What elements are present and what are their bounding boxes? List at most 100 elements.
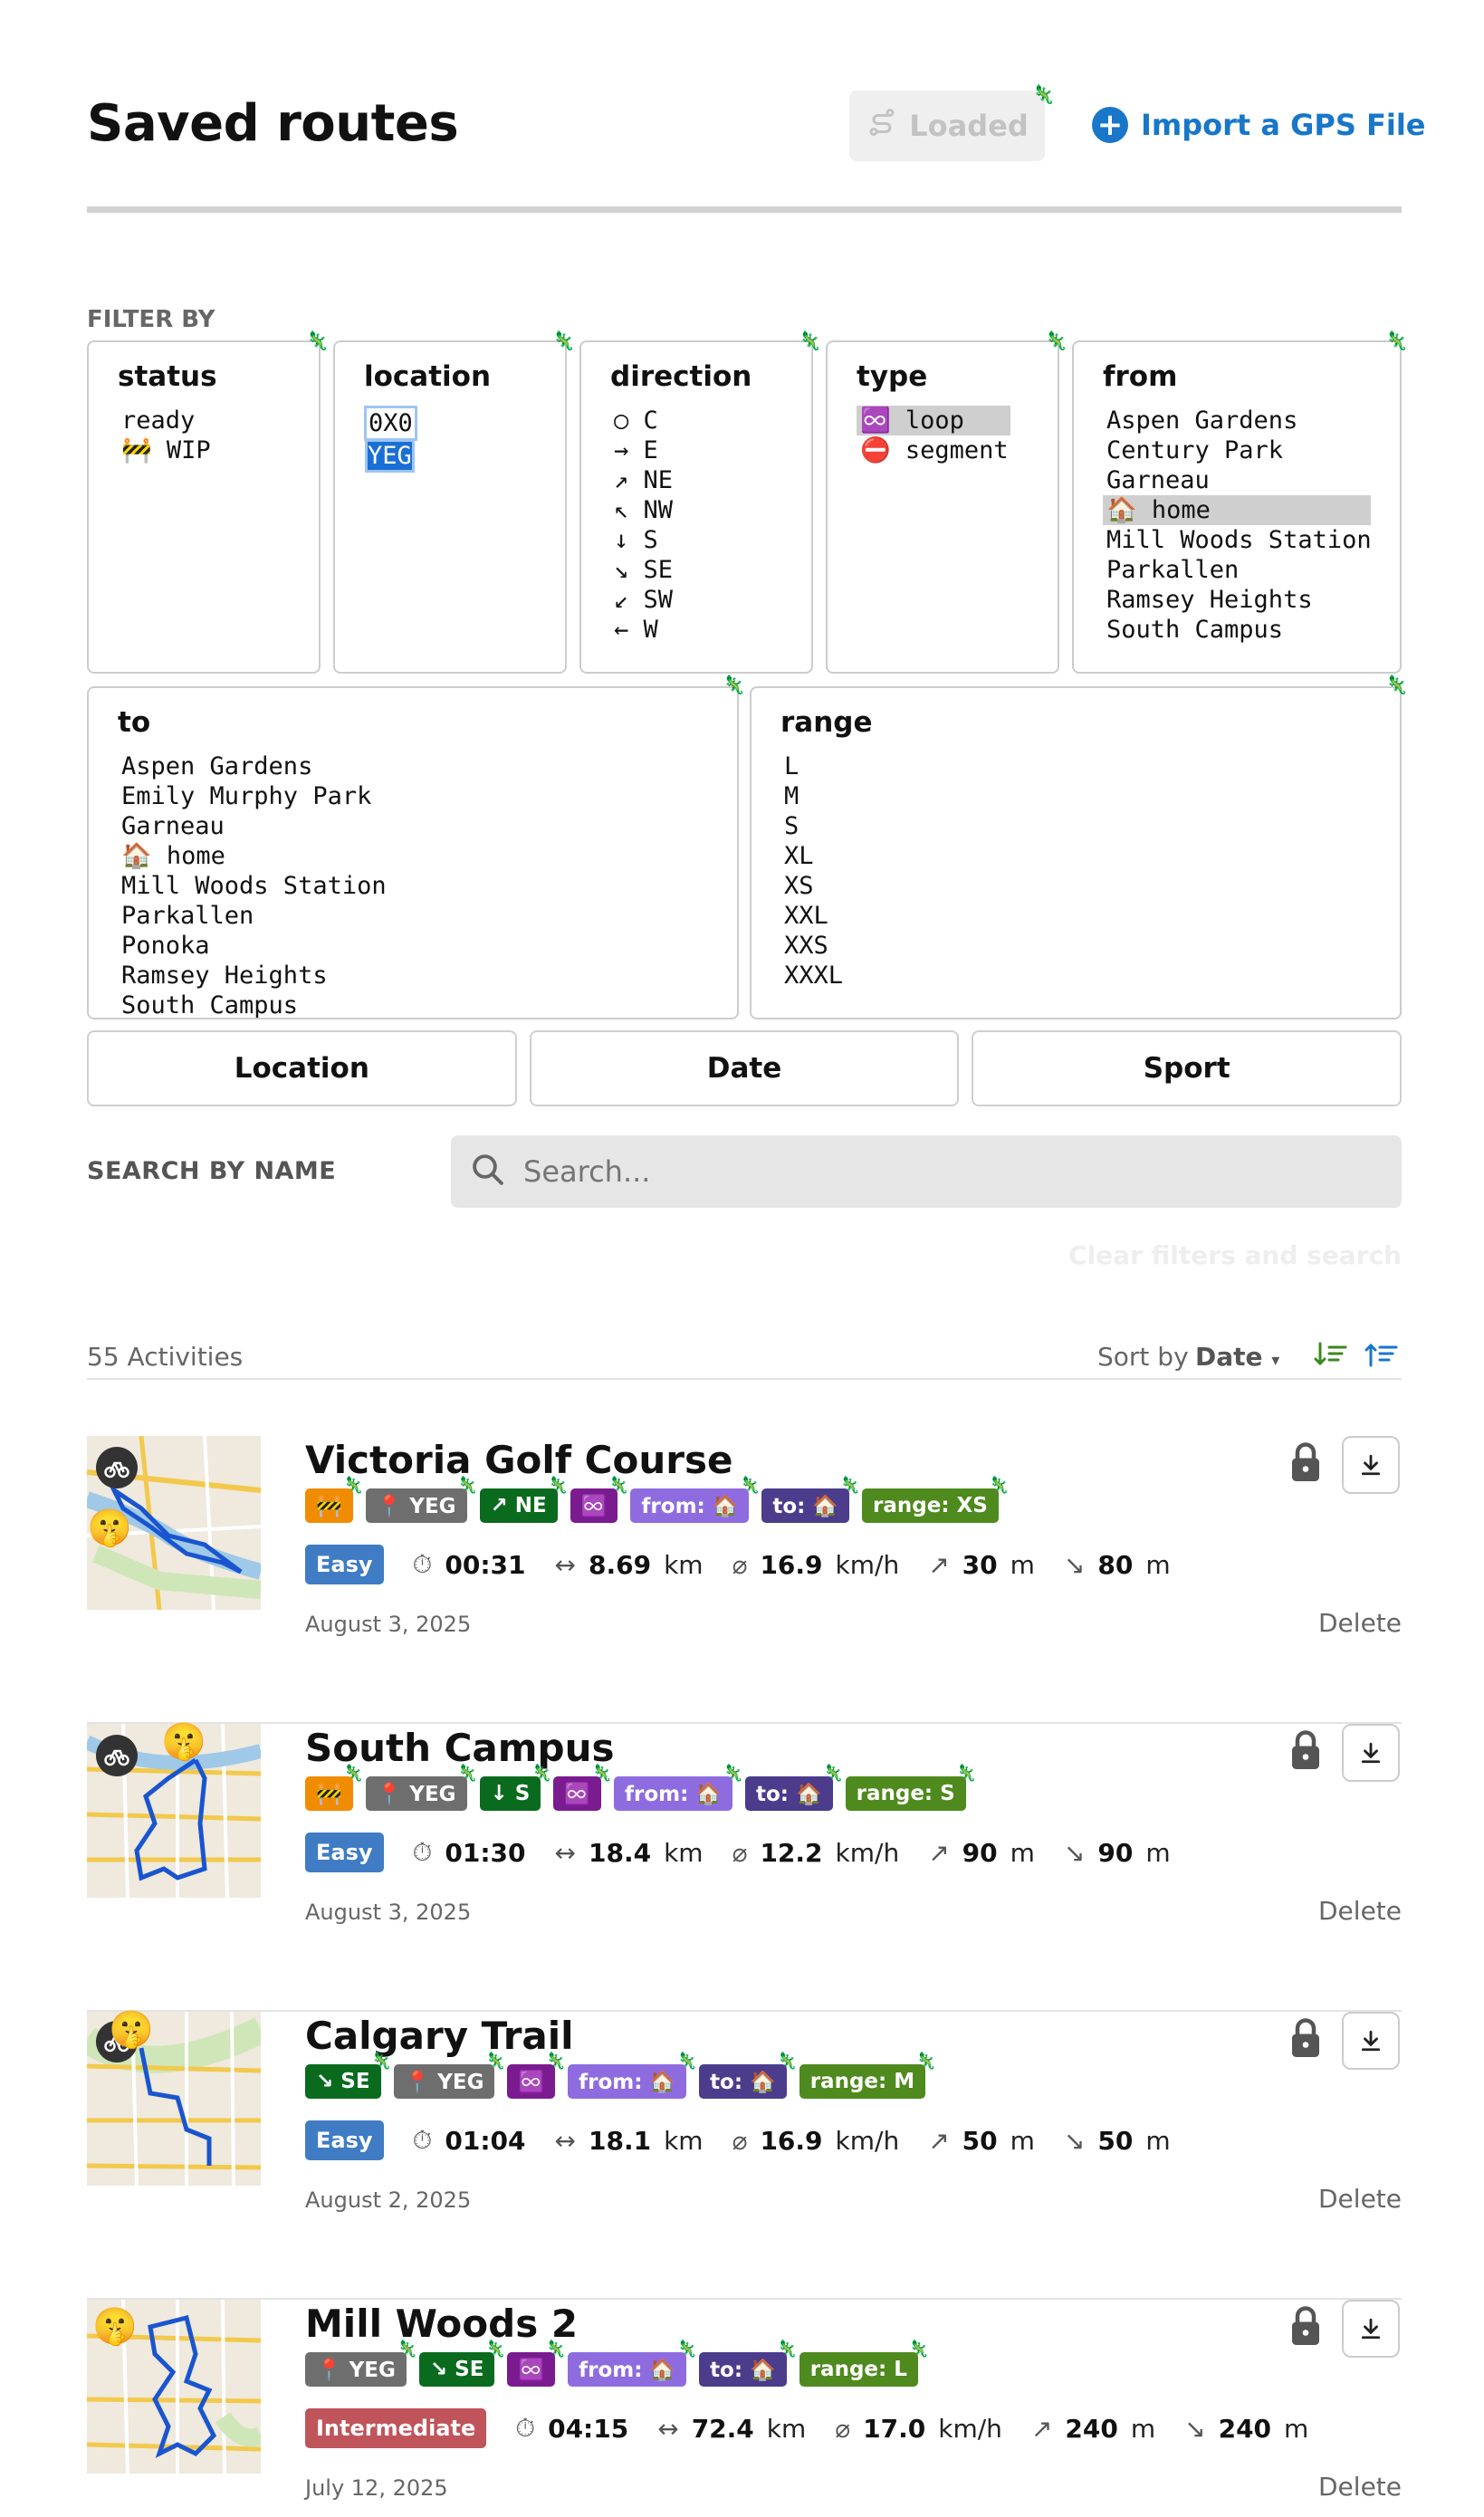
filter-option[interactable]: South Campus <box>118 991 737 1018</box>
tag-range[interactable]: range: XS 🦎 <box>862 1476 1010 1523</box>
download-button[interactable] <box>1342 2300 1400 2358</box>
filter-option-selected[interactable]: 🏠 home <box>1103 495 1371 525</box>
filter-option-selected[interactable]: YEG <box>364 439 565 473</box>
tag-loop[interactable]: ♾️ 🦎 <box>507 2052 566 2099</box>
tag-to[interactable]: to: 🏠 🦎 <box>699 2340 798 2387</box>
delete-link[interactable]: Delete <box>1318 2184 1402 2214</box>
filter-option[interactable]: 🏠 home <box>118 841 737 871</box>
loaded-button[interactable]: Loaded <box>849 91 1045 161</box>
activity-title[interactable]: Mill Woods 2 <box>305 2302 578 2346</box>
tag-range[interactable]: range: M 🦎 <box>799 2052 936 2099</box>
search-input[interactable] <box>523 1154 1338 1189</box>
lock-icon[interactable] <box>1289 2017 1322 2062</box>
filter-option[interactable]: 0X0 <box>364 406 417 441</box>
duration-value: 04:15 <box>548 2413 629 2444</box>
filter-option[interactable]: Century Park <box>1103 435 1371 465</box>
filter-option[interactable]: ↙ SW <box>610 585 811 615</box>
activity-title[interactable]: Calgary Trail <box>305 2014 574 2058</box>
tag-direction[interactable]: ↗ NE 🦎 <box>479 1476 569 1523</box>
delete-link[interactable]: Delete <box>1318 2472 1402 2502</box>
filter-option[interactable]: XXXL <box>780 961 1400 991</box>
filter-option[interactable]: ← W <box>610 615 811 645</box>
filter-option[interactable]: Garneau <box>118 811 737 841</box>
delete-link[interactable]: Delete <box>1318 1608 1402 1638</box>
filter-option[interactable]: ⛔ segment <box>857 435 1010 465</box>
filter-option[interactable]: Mill Woods Station <box>1103 525 1372 555</box>
activity-card[interactable]: 🤫 South Campus 🚧 🦎 📍 YEG 🦎 ↓ S 🦎 ♾️ 🦎 from: … <box>87 1724 1402 2012</box>
sort-descending-icon[interactable] <box>1364 1340 1400 1376</box>
lock-icon[interactable] <box>1289 2305 1322 2350</box>
filter-option[interactable]: XS <box>780 871 1400 901</box>
filter-option-selected[interactable]: ♾️ loop <box>857 406 1010 435</box>
tag-range[interactable]: range: L 🦎 <box>799 2340 929 2387</box>
duration-value: 00:31 <box>445 1549 526 1580</box>
sort-select[interactable]: Date ▾ <box>1195 1342 1279 1372</box>
tag-to[interactable]: to: 🏠 🦎 <box>761 1476 860 1523</box>
filter-option[interactable]: Aspen Gardens <box>1103 406 1371 435</box>
lock-icon[interactable] <box>1289 1441 1322 1487</box>
tag-wip[interactable]: 🚧 🦎 <box>305 1476 364 1523</box>
activity-card[interactable]: 🤫 Mill Woods 2 📍 YEG 🦎 ↘ SE 🦎 ♾️ 🦎 from: 🏠 🦎… <box>87 2300 1402 2517</box>
tab-location[interactable]: Location <box>87 1030 517 1106</box>
tag-from[interactable]: from: 🏠 🦎 <box>614 1764 743 1811</box>
import-gps-button[interactable]: + Import a GPS File <box>1092 103 1426 147</box>
clear-filters-link[interactable]: Clear filters and search <box>1068 1240 1402 1270</box>
activity-title[interactable]: Victoria Golf Course <box>305 1438 732 1482</box>
filter-option[interactable]: South Campus <box>1103 615 1371 645</box>
filter-option[interactable]: Parkallen <box>1103 555 1371 585</box>
download-button[interactable] <box>1342 1724 1400 1782</box>
filter-option[interactable]: ○ C <box>610 406 811 435</box>
filter-option[interactable]: XXS <box>780 931 1400 961</box>
filter-option[interactable]: XL <box>780 841 1400 871</box>
filter-option[interactable]: → E <box>610 435 811 465</box>
tag-from[interactable]: from: 🏠 🦎 <box>630 1476 760 1523</box>
filter-option[interactable]: Emily Murphy Park <box>118 781 737 811</box>
tag-to[interactable]: to: 🏠 🦎 <box>699 2052 798 2099</box>
filter-option[interactable]: 🚧 WIP <box>118 435 319 465</box>
tag-direction[interactable]: ↘ SE 🦎 <box>305 2052 392 2099</box>
activity-card[interactable]: 🤫 Victoria Golf Course 🚧 🦎 📍 YEG 🦎 ↗ NE 🦎 ♾… <box>87 1436 1402 1724</box>
filter-option[interactable]: Parkallen <box>118 901 737 931</box>
tag-loop[interactable]: ♾️ 🦎 <box>507 2340 566 2387</box>
tag-to[interactable]: to: 🏠 🦎 <box>744 1764 844 1811</box>
lock-icon[interactable] <box>1289 1729 1322 1775</box>
filter-option[interactable]: ↖ NW <box>610 495 811 525</box>
tag-range[interactable]: range: S 🦎 <box>845 1764 977 1811</box>
sort-by-label: Sort by <box>1097 1342 1189 1372</box>
filter-option[interactable]: L <box>780 751 1400 781</box>
filter-option[interactable]: ↓ S <box>610 525 811 555</box>
tag-location[interactable]: 📍 YEG 🦎 <box>365 1476 478 1523</box>
tag-location[interactable]: 📍 YEG 🦎 <box>365 1764 478 1811</box>
tag-location[interactable]: 📍 YEG 🦎 <box>305 2340 417 2387</box>
filter-option[interactable]: Aspen Gardens <box>118 751 737 781</box>
tag-from[interactable]: from: 🏠 🦎 <box>568 2052 697 2099</box>
lizard-icon: 🦎 <box>343 1764 364 1783</box>
filter-option[interactable]: ready <box>118 406 319 435</box>
tag-location[interactable]: 📍 YEG 🦎 <box>393 2052 505 2099</box>
tab-date[interactable]: Date <box>529 1030 960 1106</box>
sort-ascending-icon[interactable] <box>1313 1340 1349 1376</box>
filter-option[interactable]: Ramsey Heights <box>118 961 737 991</box>
tag-loop[interactable]: ♾️ 🦎 <box>570 1476 628 1523</box>
filter-option[interactable]: Ponoka <box>118 931 737 961</box>
tag-from[interactable]: from: 🏠 🦎 <box>568 2340 697 2387</box>
filter-option[interactable]: XXL <box>780 901 1400 931</box>
filter-option[interactable]: Garneau <box>1103 465 1371 495</box>
delete-link[interactable]: Delete <box>1318 1896 1402 1926</box>
tag-direction[interactable]: ↓ S 🦎 <box>479 1764 551 1811</box>
tag-wip[interactable]: 🚧 🦎 <box>305 1764 364 1811</box>
download-button[interactable] <box>1342 1436 1400 1494</box>
activity-card[interactable]: 🤫 Calgary Trail ↘ SE 🦎 📍 YEG 🦎 ♾️ 🦎 from: 🏠… <box>87 2012 1402 2300</box>
filter-option[interactable]: ↗ NE <box>610 465 811 495</box>
download-button[interactable] <box>1342 2012 1400 2070</box>
tag-direction[interactable]: ↘ SE 🦎 <box>418 2340 505 2387</box>
filter-option[interactable]: Ramsey Heights <box>1103 585 1371 615</box>
filter-option[interactable]: ↘ SE <box>610 555 811 585</box>
lizard-icon: 🦎 <box>545 2340 567 2359</box>
filter-option[interactable]: M <box>780 781 1400 811</box>
tag-loop[interactable]: ♾️ 🦎 <box>553 1764 612 1811</box>
filter-option[interactable]: S <box>780 811 1400 841</box>
filter-option[interactable]: Mill Woods Station <box>118 871 737 901</box>
tab-sport[interactable]: Sport <box>972 1030 1403 1106</box>
average-speed-icon: ⌀ <box>835 2413 851 2444</box>
